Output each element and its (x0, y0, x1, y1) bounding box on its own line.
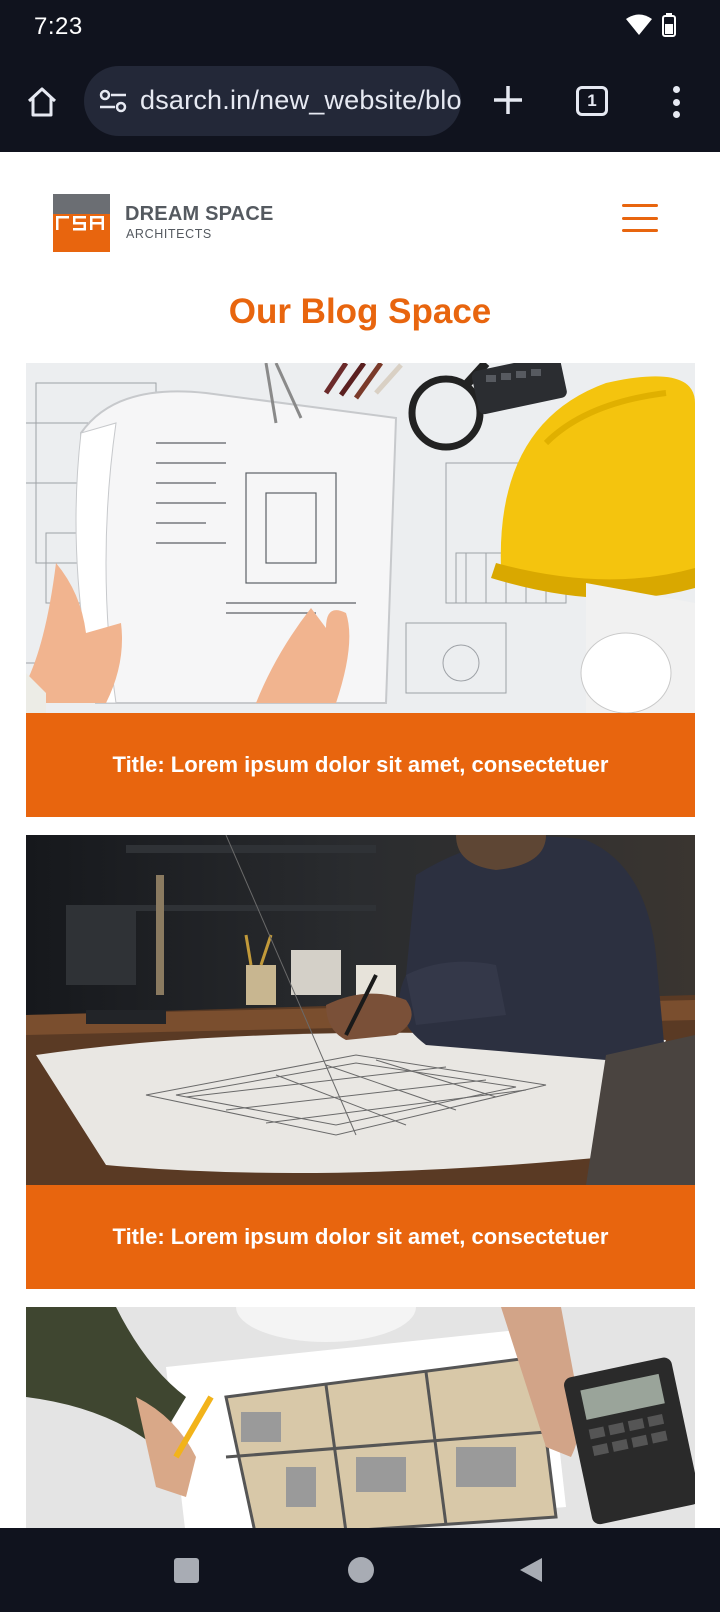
architect-drawing-image[interactable] (26, 835, 695, 1185)
brand-subtitle: ARCHITECTS (126, 227, 212, 241)
recents-button[interactable] (174, 1558, 199, 1583)
battery-icon (662, 13, 676, 37)
brand-name: DREAM SPACE (125, 203, 274, 225)
new-tab-button[interactable] (488, 80, 528, 120)
blueprint-helmet-image[interactable] (26, 363, 695, 713)
blog-card-title: Title: Lorem ipsum dolor sit amet, conse… (112, 752, 609, 777)
status-bar: 7:23 (0, 0, 720, 54)
tab-switcher-button[interactable]: 1 (576, 86, 608, 116)
floor-plan-image[interactable] (26, 1307, 695, 1528)
browser-toolbar: dsarch.in/new_website/blog 1 (0, 54, 720, 152)
blog-card[interactable]: Title: Lorem ipsum dolor sit amet, conse… (26, 363, 695, 817)
home-nav-button[interactable] (348, 1557, 374, 1583)
page-title: Our Blog Space (228, 292, 492, 331)
blog-card-title: Title: Lorem ipsum dolor sit amet, conse… (112, 1224, 609, 1249)
logo-icon[interactable] (53, 194, 110, 252)
home-icon (27, 87, 57, 117)
blog-card-title-bar[interactable]: Title: Lorem ipsum dolor sit amet, conse… (26, 713, 695, 817)
wifi-icon (626, 14, 652, 35)
more-vert-icon[interactable] (664, 82, 688, 122)
plus-icon (494, 86, 522, 114)
back-icon[interactable] (518, 1556, 544, 1584)
tune-icon[interactable] (98, 88, 128, 114)
home-button[interactable] (22, 82, 62, 122)
status-icons (626, 13, 676, 37)
blog-card[interactable]: Title: Lorem ipsum dolor sit amet, conse… (26, 835, 695, 1289)
blog-card-title-bar[interactable]: Title: Lorem ipsum dolor sit amet, conse… (26, 1185, 695, 1289)
address-bar[interactable]: dsarch.in/new_website/blog (84, 66, 461, 136)
blog-card[interactable] (26, 1307, 695, 1528)
site-header: DREAM SPACE ARCHITECTS (0, 152, 720, 272)
url-text: dsarch.in/new_website/blog (140, 85, 461, 115)
status-time: 7:23 (34, 13, 83, 40)
system-nav-bar (0, 1528, 720, 1612)
hamburger-menu-icon[interactable] (622, 204, 658, 232)
